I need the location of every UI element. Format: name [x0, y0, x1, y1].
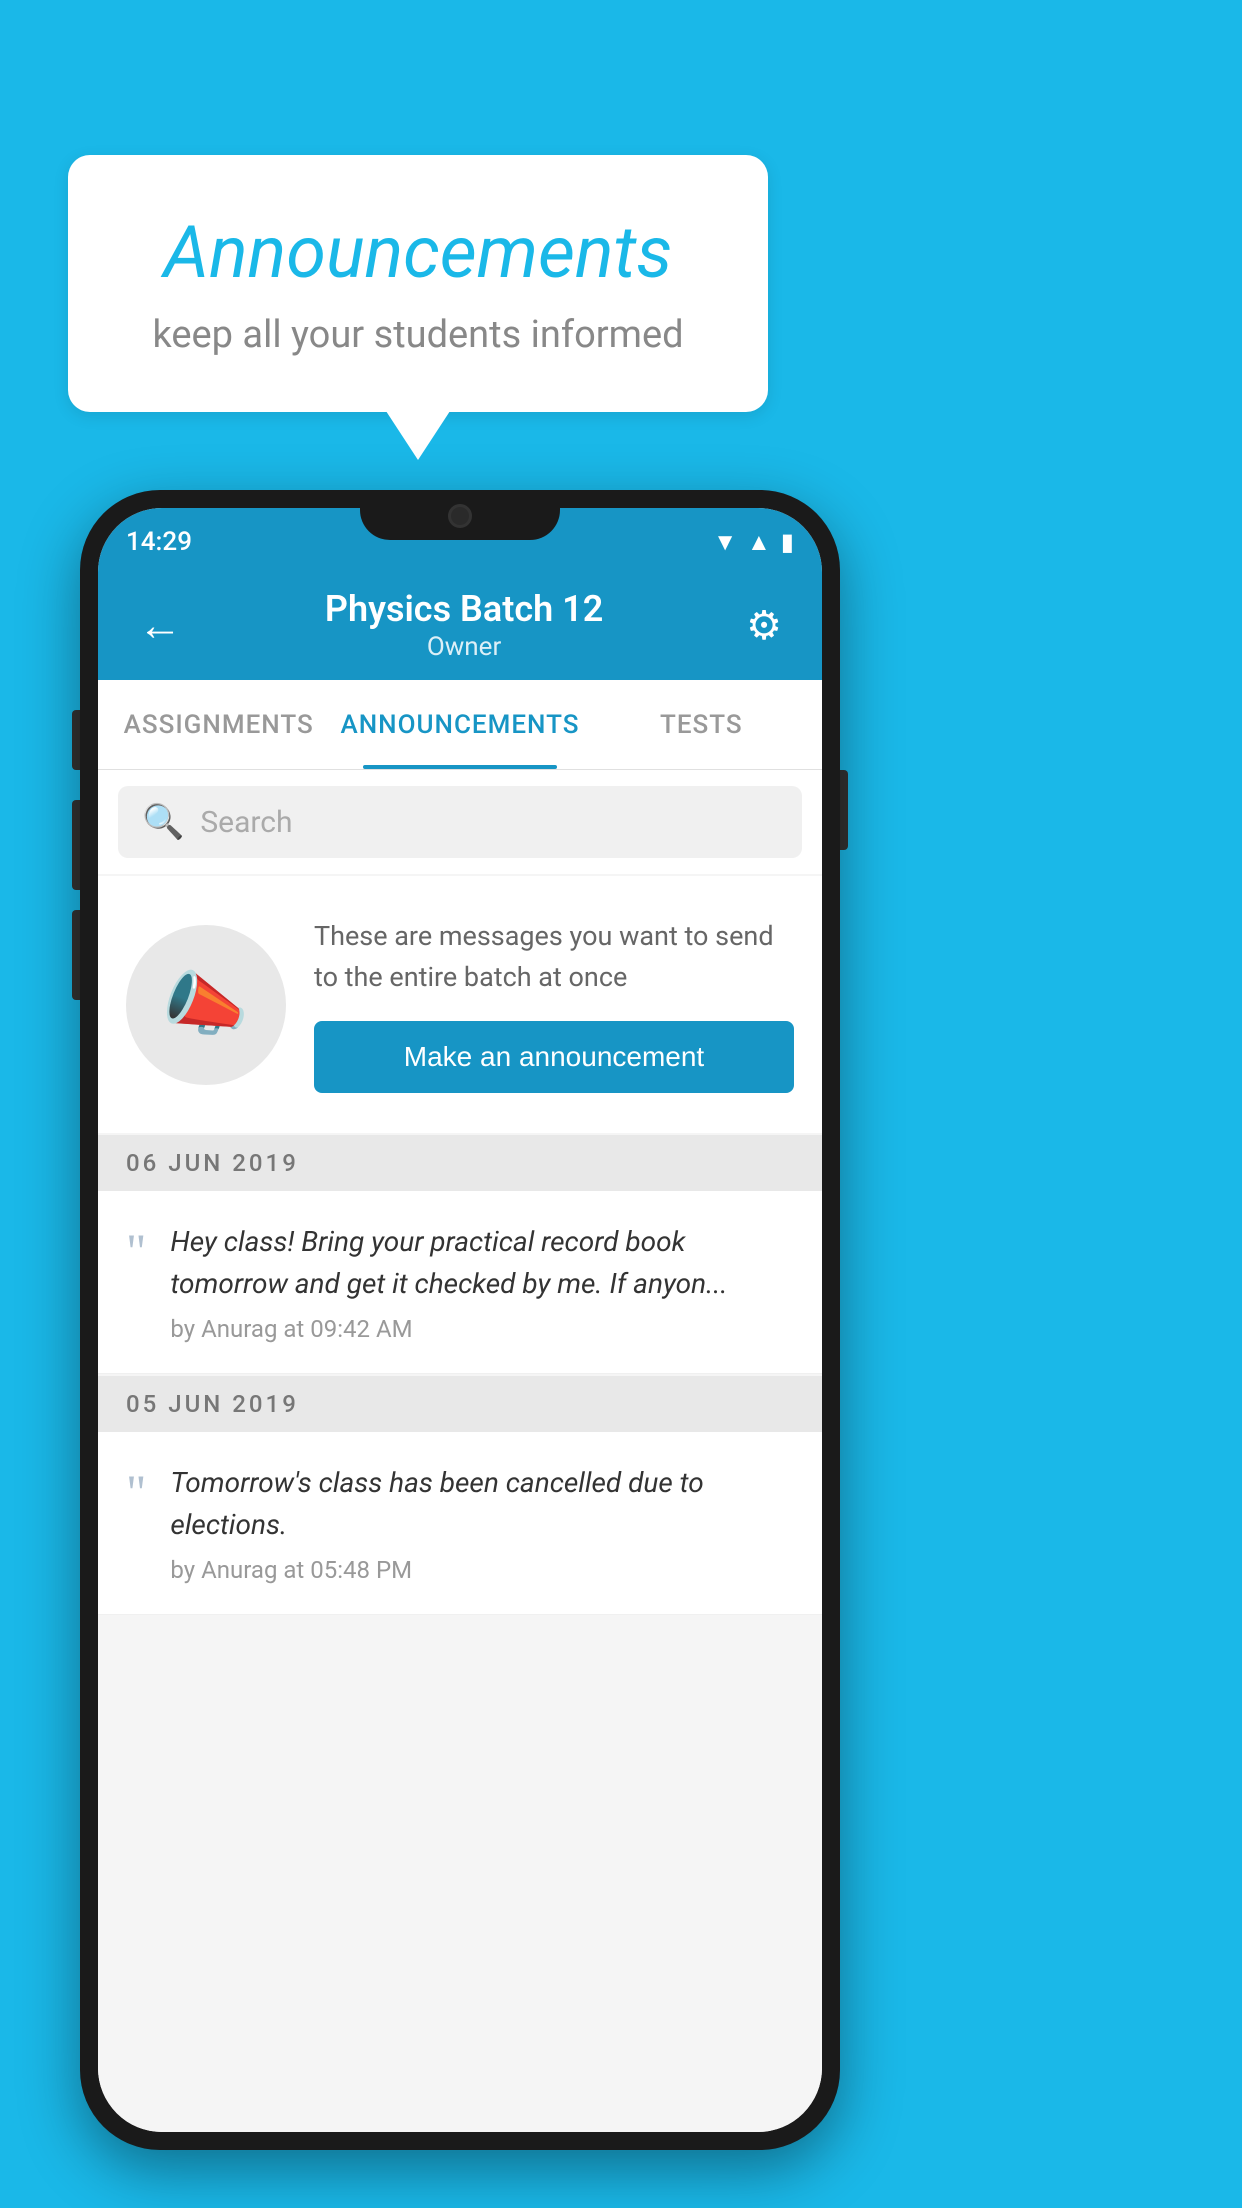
search-input[interactable]: Search: [200, 805, 292, 840]
bubble-subtitle: keep all your students informed: [128, 313, 708, 357]
announcement-message-1: Hey class! Bring your practical record b…: [170, 1221, 794, 1305]
app-bar: ← Physics Batch 12 Owner ⚙: [98, 570, 822, 680]
app-bar-title: Physics Batch 12: [325, 588, 603, 630]
phone-container: 14:29 ▼ ▲ ▮ ← Physics Batch 12 Owner ⚙ A…: [80, 490, 840, 2150]
app-bar-subtitle: Owner: [325, 632, 603, 662]
announcement-prompt-text: These are messages you want to send to t…: [314, 916, 794, 997]
speech-bubble: Announcements keep all your students inf…: [68, 155, 768, 412]
status-time: 14:29: [126, 527, 192, 557]
make-announcement-button[interactable]: Make an announcement: [314, 1021, 794, 1093]
announcement-meta-2: by Anurag at 05:48 PM: [170, 1556, 794, 1584]
tab-announcements[interactable]: ANNOUNCEMENTS: [339, 680, 580, 769]
announcement-item-2[interactable]: " Tomorrow's class has been cancelled du…: [98, 1432, 822, 1615]
screen-content: 🔍 Search 📣 These are messages you want t…: [98, 770, 822, 2132]
tabs-bar: ASSIGNMENTS ANNOUNCEMENTS TESTS: [98, 680, 822, 770]
tab-assignments[interactable]: ASSIGNMENTS: [98, 680, 339, 769]
power-button: [840, 770, 848, 850]
date-separator-2: 05 JUN 2019: [98, 1376, 822, 1432]
silent-button: [72, 910, 80, 1000]
date-separator-1: 06 JUN 2019: [98, 1135, 822, 1191]
phone-screen: 14:29 ▼ ▲ ▮ ← Physics Batch 12 Owner ⚙ A…: [98, 508, 822, 2132]
bubble-title: Announcements: [128, 210, 708, 295]
search-bar[interactable]: 🔍 Search: [118, 786, 802, 858]
volume-up-button: [72, 710, 80, 770]
phone-frame: 14:29 ▼ ▲ ▮ ← Physics Batch 12 Owner ⚙ A…: [80, 490, 840, 2150]
announcement-text-group-2: Tomorrow's class has been cancelled due …: [170, 1462, 794, 1584]
settings-icon[interactable]: ⚙: [736, 592, 792, 659]
search-bar-wrapper: 🔍 Search: [98, 770, 822, 874]
announcement-prompt-right: These are messages you want to send to t…: [314, 916, 794, 1093]
wifi-icon: ▼: [713, 528, 737, 557]
tab-tests[interactable]: TESTS: [581, 680, 822, 769]
status-icons: ▼ ▲ ▮: [713, 528, 794, 557]
volume-down-button: [72, 800, 80, 890]
quote-icon-2: ": [126, 1467, 146, 1517]
announcement-prompt: 📣 These are messages you want to send to…: [98, 876, 822, 1133]
announcement-item-1[interactable]: " Hey class! Bring your practical record…: [98, 1191, 822, 1374]
announcement-message-2: Tomorrow's class has been cancelled due …: [170, 1462, 794, 1546]
back-button[interactable]: ←: [128, 589, 192, 661]
megaphone-icon: 📣: [162, 964, 249, 1046]
announcement-meta-1: by Anurag at 09:42 AM: [170, 1315, 794, 1343]
speech-bubble-container: Announcements keep all your students inf…: [68, 155, 768, 412]
signal-icon: ▲: [747, 528, 771, 557]
search-icon: 🔍: [142, 802, 184, 842]
announcement-text-group-1: Hey class! Bring your practical record b…: [170, 1221, 794, 1343]
announcement-icon-circle: 📣: [126, 925, 286, 1085]
app-bar-title-group: Physics Batch 12 Owner: [325, 588, 603, 662]
front-camera: [448, 504, 472, 528]
phone-notch: [360, 490, 560, 540]
quote-icon-1: ": [126, 1226, 146, 1276]
battery-icon: ▮: [781, 528, 794, 556]
